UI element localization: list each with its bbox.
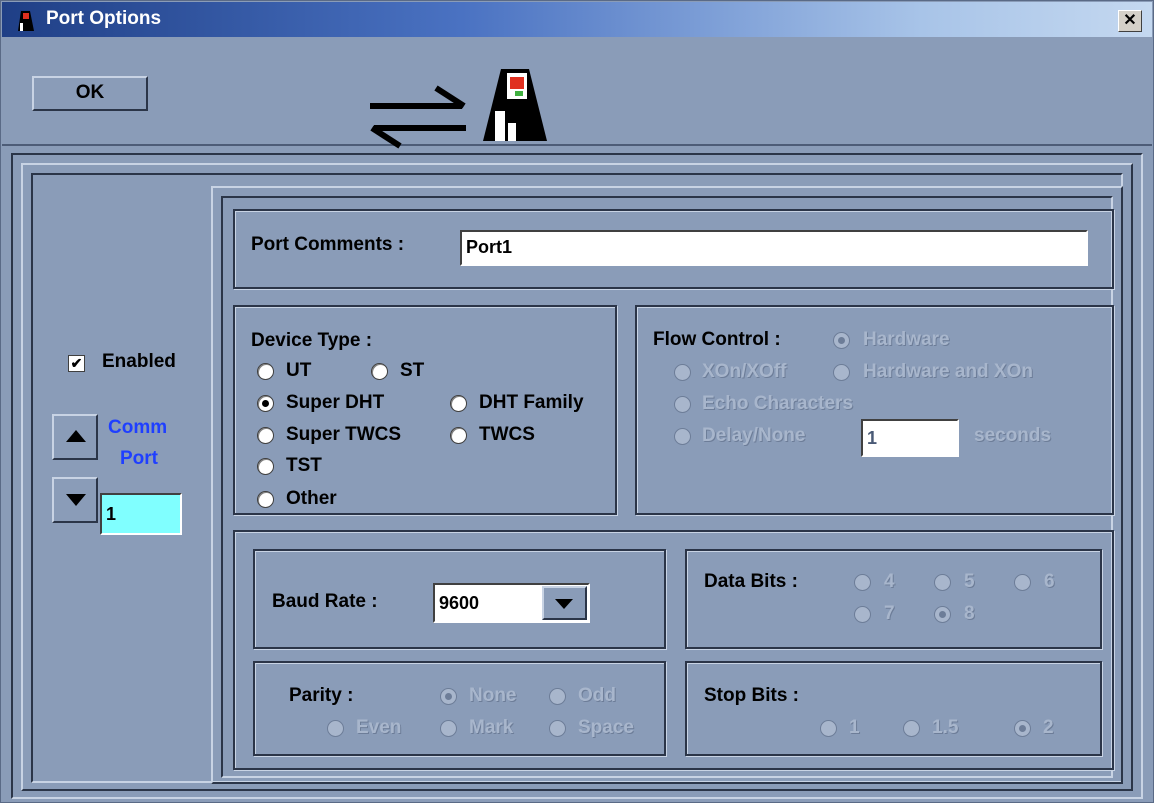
device-type-radio-dht-family[interactable] [450,395,467,412]
flow-control-radio-echo-characters[interactable] [674,396,691,413]
device-type-radio-ut[interactable] [257,363,274,380]
arrow-down-icon [66,494,86,506]
data-bits-option-label: 6 [1044,571,1055,592]
window-title: Port Options [46,8,162,29]
terminal-device-icon [18,11,34,31]
flow-control-radio-hardware[interactable] [833,332,850,349]
device-type-label: Device Type : [251,330,373,351]
title-bar[interactable]: Port Options ✕ [2,2,1152,37]
stop-bits-group [685,661,1102,756]
comm-port-field[interactable]: 1 [100,493,182,535]
arrow-up-icon [66,430,86,442]
parity-option-label: Even [356,717,402,738]
device-type-radio-super-dht[interactable] [257,395,274,412]
close-button[interactable]: ✕ [1118,10,1142,32]
parity-radio-mark[interactable] [440,720,457,737]
data-bits-radio-8[interactable] [934,606,951,623]
device-type-radio-other[interactable] [257,491,274,508]
flow-control-label: Flow Control : [653,329,781,350]
baud-rate-value: 9600 [439,593,480,613]
stop-bits-option-label: 2 [1043,717,1054,738]
device-type-option-label: ST [400,360,425,381]
device-type-radio-tst[interactable] [257,458,274,475]
port-comments-label: Port Comments : [251,234,405,255]
parity-label: Parity : [289,685,354,706]
stop-bits-radio-1[interactable] [820,720,837,737]
data-bits-option-label: 5 [964,571,975,592]
flow-control-radio-xon-xoff[interactable] [674,364,691,381]
delay-seconds-input[interactable]: 1 [861,419,959,457]
parity-option-label: Mark [469,717,514,738]
seconds-label: seconds [974,425,1052,446]
exchange-arrows-icon [370,85,466,149]
device-type-option-label: Super DHT [286,392,385,413]
device-type-option-label: TWCS [479,424,535,445]
flow-control-option-label: Echo Characters [702,393,854,414]
data-bits-radio-4[interactable] [854,574,871,591]
data-bits-label: Data Bits : [704,571,798,592]
stop-bits-option-label: 1.5 [932,717,959,738]
parity-radio-odd[interactable] [549,688,566,705]
stop-bits-radio-2[interactable] [1014,720,1031,737]
data-bits-option-label: 4 [884,571,895,592]
comm-port-down-button[interactable] [52,477,98,523]
parity-radio-none[interactable] [440,688,457,705]
enabled-checkbox[interactable]: ✔ [68,355,85,372]
data-bits-radio-6[interactable] [1014,574,1031,591]
flow-control-radio-hardware-and-xon[interactable] [833,364,850,381]
flow-control-option-label: XOn/XOff [702,361,787,382]
flow-control-option-label: Hardware [863,329,950,350]
flow-control-radio-delay-none[interactable] [674,428,691,445]
device-type-radio-st[interactable] [371,363,388,380]
device-type-option-label: Super TWCS [286,424,402,445]
device-type-option-label: UT [286,360,312,381]
port-comments-input[interactable]: Port1 [460,230,1088,266]
baud-rate-dropdown-button[interactable] [542,586,587,620]
stop-bits-label: Stop Bits : [704,685,799,706]
device-type-option-label: DHT Family [479,392,584,413]
parity-radio-even[interactable] [327,720,344,737]
flow-control-option-label: Hardware and XOn [863,361,1033,382]
stop-bits-radio-1-5[interactable] [903,720,920,737]
device-type-option-label: Other [286,488,337,509]
device-type-option-label: TST [286,455,322,476]
data-bits-option-label: 8 [964,603,975,624]
flow-control-option-label: Delay/None [702,425,806,446]
data-bits-radio-7[interactable] [854,606,871,623]
enabled-label: Enabled [102,351,176,372]
parity-option-label: Odd [578,685,616,706]
parity-radio-space[interactable] [549,720,566,737]
port-options-window: Port Options ✕ OK ✔ Enabled Comm Port 1 [0,0,1154,803]
parity-group [253,661,666,756]
comm-port-label: Comm [108,417,168,438]
comm-port-up-button[interactable] [52,414,98,460]
toolbar: OK [2,38,1152,149]
device-type-radio-super-twcs[interactable] [257,427,274,444]
stop-bits-option-label: 1 [849,717,860,738]
ok-button[interactable]: OK [32,76,148,111]
parity-option-label: Space [578,717,634,738]
comm-port-label: Port [120,448,158,469]
data-bits-group [685,549,1102,649]
data-bits-option-label: 7 [884,603,895,624]
terminal-device-icon [483,69,547,141]
device-type-radio-twcs[interactable] [450,427,467,444]
parity-option-label: None [469,685,517,706]
data-bits-radio-5[interactable] [934,574,951,591]
baud-rate-label: Baud Rate : [272,591,378,612]
chevron-down-icon [555,599,573,609]
